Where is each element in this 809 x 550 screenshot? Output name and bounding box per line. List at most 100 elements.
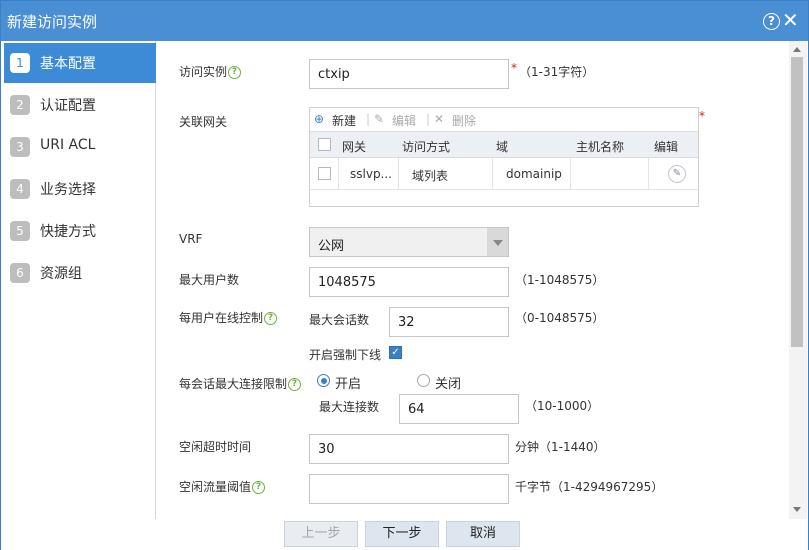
row-edit-icon[interactable]: ✎ bbox=[668, 165, 686, 183]
instance-hint: （1-31字符） bbox=[519, 65, 595, 79]
idle-traffic-input[interactable] bbox=[309, 474, 509, 504]
conn-limit-label: 每会话最大连接限制? bbox=[179, 375, 302, 392]
step-uri-acl[interactable]: 3 URI ACL bbox=[4, 127, 156, 167]
step-number: 5 bbox=[10, 221, 30, 241]
step-label: 资源组 bbox=[40, 266, 82, 282]
help-icon[interactable]: ? bbox=[763, 13, 780, 30]
new-access-instance-dialog: 新建访问实例 ? ✕ 1 基本配置 2 认证配置 3 URI ACL 4 业务选… bbox=[0, 0, 809, 550]
cell-divider bbox=[338, 158, 339, 190]
idle-traffic-label: 空闲流量阈值? bbox=[179, 478, 266, 495]
scroll-up-icon[interactable] bbox=[793, 47, 801, 52]
toolbar-divider: | bbox=[426, 112, 431, 126]
help-icon[interactable]: ? bbox=[264, 312, 278, 325]
max-conn-label: 最大连接数 bbox=[319, 400, 380, 414]
instance-label-text: 访问实例 bbox=[179, 65, 228, 79]
step-label: 认证配置 bbox=[40, 98, 96, 114]
help-icon[interactable]: ? bbox=[252, 481, 266, 494]
conn-limit-off-label[interactable]: 关闭 bbox=[435, 373, 461, 392]
step-number: 6 bbox=[10, 263, 30, 283]
step-number: 4 bbox=[10, 179, 30, 199]
col-edit: 编辑 bbox=[654, 140, 679, 154]
force-offline-label: 开启强制下线 bbox=[309, 348, 382, 362]
step-shortcut[interactable]: 5 快捷方式 bbox=[4, 211, 156, 251]
close-icon[interactable]: ✕ bbox=[782, 9, 799, 31]
conn-limit-off-radio[interactable] bbox=[417, 374, 430, 387]
dialog-title: 新建访问实例 bbox=[7, 13, 98, 31]
cell-divider bbox=[570, 158, 571, 190]
step-service-select[interactable]: 4 业务选择 bbox=[4, 169, 156, 209]
gateway-toolbar: ⊕ 新建 | ✎ 编辑 | ✕ 删除 bbox=[310, 108, 698, 132]
idle-traffic-hint: 千字节（1-4294967295） bbox=[515, 480, 664, 494]
max-conn-hint: （10-1000） bbox=[525, 399, 600, 413]
idle-timeout-hint: 分钟（1-1440） bbox=[515, 440, 606, 454]
instance-label: 访问实例? bbox=[179, 63, 242, 80]
conn-limit-label-text: 每会话最大连接限制 bbox=[179, 377, 288, 391]
max-users-input[interactable]: 1048575 bbox=[309, 267, 509, 297]
delete-icon: ✕ bbox=[434, 112, 445, 126]
dialog-footer: 上一步 下一步 取消 bbox=[1, 519, 808, 550]
row-checkbox[interactable] bbox=[318, 167, 331, 180]
max-sessions-label: 最大会话数 bbox=[309, 313, 370, 327]
col-domain: 域 bbox=[496, 140, 509, 154]
conn-limit-on-radio[interactable] bbox=[317, 374, 330, 387]
force-offline-checkbox[interactable]: ✓ bbox=[389, 346, 402, 359]
dialog-titlebar: 新建访问实例 ? ✕ bbox=[1, 1, 808, 41]
vrf-selected: 公网 bbox=[318, 239, 345, 254]
step-number: 3 bbox=[10, 137, 30, 157]
cell-divider bbox=[398, 158, 399, 190]
scrollbar-thumb[interactable] bbox=[791, 57, 803, 347]
cancel-button[interactable]: 取消 bbox=[446, 521, 520, 547]
prev-button[interactable]: 上一步 bbox=[284, 521, 358, 547]
max-users-label: 最大用户数 bbox=[179, 273, 240, 287]
step-number: 2 bbox=[10, 95, 30, 115]
vertical-scrollbar[interactable] bbox=[789, 41, 807, 519]
next-button[interactable]: 下一步 bbox=[365, 521, 439, 547]
help-icon[interactable]: ? bbox=[228, 66, 242, 79]
help-icon[interactable]: ? bbox=[288, 378, 302, 391]
per-user-label-text: 每用户在线控制 bbox=[179, 311, 264, 325]
required-mark: * bbox=[511, 61, 517, 75]
delete-button[interactable]: 删除 bbox=[452, 112, 476, 129]
step-label: 快捷方式 bbox=[40, 224, 96, 240]
cell-divider bbox=[648, 158, 649, 190]
add-icon[interactable]: ⊕ bbox=[314, 112, 324, 126]
row-gateway: sslvp... bbox=[350, 167, 392, 181]
chevron-down-icon[interactable] bbox=[487, 228, 508, 256]
edit-icon: ✎ bbox=[374, 112, 385, 126]
idle-traffic-label-text: 空闲流量阈值 bbox=[179, 480, 252, 494]
per-user-label: 每用户在线控制? bbox=[179, 309, 278, 326]
vrf-label: VRF bbox=[179, 232, 203, 246]
row-domain: domainip bbox=[506, 167, 562, 181]
new-button[interactable]: 新建 bbox=[332, 112, 356, 129]
step-label: 业务选择 bbox=[40, 182, 96, 198]
edit-button[interactable]: 编辑 bbox=[392, 112, 416, 129]
table-row[interactable]: sslvp... 域列表 domainip ✎ bbox=[310, 158, 698, 190]
table-header: 网关 访问方式 域 主机名称 编辑 bbox=[310, 132, 698, 158]
cell-divider bbox=[492, 158, 493, 190]
wizard-steps: 1 基本配置 2 认证配置 3 URI ACL 4 业务选择 5 快捷方式 6 … bbox=[4, 41, 156, 519]
instance-input[interactable]: ctxip bbox=[309, 59, 509, 89]
select-all-checkbox[interactable] bbox=[318, 138, 331, 151]
step-label: 基本配置 bbox=[40, 56, 96, 72]
step-number: 1 bbox=[10, 53, 30, 73]
step-label: URI ACL bbox=[40, 137, 96, 153]
step-auth-config[interactable]: 2 认证配置 bbox=[4, 85, 156, 125]
toolbar-divider: | bbox=[366, 112, 371, 126]
idle-timeout-input[interactable]: 30 bbox=[309, 434, 509, 464]
col-host: 主机名称 bbox=[576, 140, 625, 154]
col-access: 访问方式 bbox=[402, 140, 451, 154]
max-sessions-input[interactable]: 32 bbox=[389, 307, 509, 337]
max-conn-input[interactable]: 64 bbox=[399, 394, 519, 424]
gateway-label: 关联网关 bbox=[179, 115, 228, 129]
step-basic-config[interactable]: 1 基本配置 bbox=[4, 43, 156, 83]
idle-timeout-label: 空闲超时时间 bbox=[179, 440, 252, 454]
scroll-down-icon[interactable] bbox=[793, 507, 801, 512]
max-sessions-hint: （0-1048575） bbox=[515, 311, 605, 325]
required-mark: * bbox=[699, 109, 705, 123]
vrf-select[interactable]: 公网 bbox=[309, 227, 509, 257]
row-access: 域列表 bbox=[412, 169, 449, 183]
col-gateway: 网关 bbox=[342, 140, 367, 154]
conn-limit-on-label[interactable]: 开启 bbox=[335, 373, 361, 392]
step-resource-group[interactable]: 6 资源组 bbox=[4, 253, 156, 293]
gateway-table: ⊕ 新建 | ✎ 编辑 | ✕ 删除 网关 访问方式 域 主机名称 编辑 ssl… bbox=[309, 107, 699, 207]
